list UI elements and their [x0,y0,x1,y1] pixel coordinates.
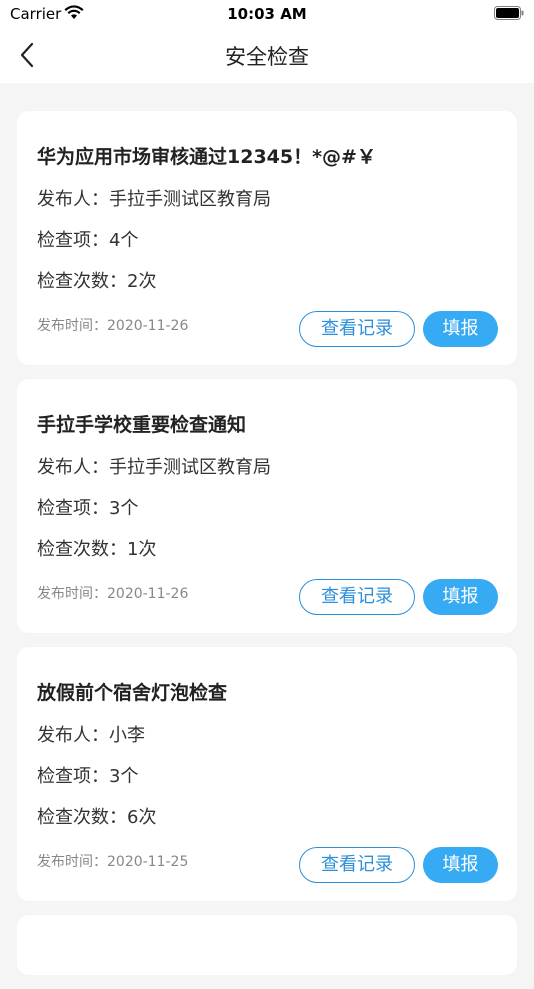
publisher-label: 发布人： [37,457,109,478]
date-label: 发布时间： [37,318,107,334]
items-row: 检查项：4个 [37,226,138,252]
times-row: 检查次数：1次 [37,535,156,561]
items-label: 检查项： [37,230,109,251]
items-label: 检查项： [37,498,109,519]
inspection-card-partial [17,915,517,975]
times-value: 2次 [127,271,157,292]
date-value: 2020-11-26 [107,586,189,602]
publish-date: 发布时间：2020-11-26 [37,315,188,335]
view-records-button[interactable]: 查看记录 [299,579,415,615]
nav-bar: 安全检查 [0,28,534,83]
times-label: 检查次数： [37,539,127,560]
view-records-button[interactable]: 查看记录 [299,847,415,883]
date-value: 2020-11-25 [107,854,189,870]
inspection-card: 放假前个宿舍灯泡检查 发布人：小李 检查项：3个 检查次数：6次 发布时间：20… [17,647,517,901]
publisher-label: 发布人： [37,725,109,746]
status-time: 10:03 AM [227,5,307,23]
date-label: 发布时间： [37,586,107,602]
publisher-row: 发布人：小李 [37,721,145,747]
status-bar: Carrier 10:03 AM [0,0,534,28]
items-label: 检查项： [37,766,109,787]
times-label: 检查次数： [37,271,127,292]
times-label: 检查次数： [37,807,127,828]
items-value: 3个 [109,498,139,519]
date-label: 发布时间： [37,854,107,870]
items-row: 检查项：3个 [37,762,138,788]
publisher-value: 手拉手测试区教育局 [109,457,271,478]
publisher-value: 小李 [109,725,145,746]
items-value: 4个 [109,230,139,251]
publish-date: 发布时间：2020-11-25 [37,851,188,871]
times-value: 6次 [127,807,157,828]
items-row: 检查项：3个 [37,494,138,520]
publisher-row: 发布人：手拉手测试区教育局 [37,185,271,211]
card-title: 手拉手学校重要检查通知 [37,414,247,436]
card-title: 放假前个宿舍灯泡检查 [37,682,228,704]
times-value: 1次 [127,539,157,560]
publish-date: 发布时间：2020-11-26 [37,583,188,603]
items-value: 3个 [109,766,139,787]
publisher-label: 发布人： [37,189,109,210]
fill-report-button[interactable]: 填报 [423,847,498,883]
times-row: 检查次数：2次 [37,267,156,293]
page-title: 安全检查 [225,45,309,69]
inspection-card: 华为应用市场审核通过12345！*@#￥ 发布人：手拉手测试区教育局 检查项：4… [17,111,517,365]
view-records-button[interactable]: 查看记录 [299,311,415,347]
inspection-card: 手拉手学校重要检查通知 发布人：手拉手测试区教育局 检查项：3个 检查次数：1次… [17,379,517,633]
card-title: 华为应用市场审核通过12345！*@#￥ [37,146,376,168]
times-row: 检查次数：6次 [37,803,156,829]
battery-icon [494,6,524,20]
publisher-row: 发布人：手拉手测试区教育局 [37,453,271,479]
fill-report-button[interactable]: 填报 [423,579,498,615]
publisher-value: 手拉手测试区教育局 [109,189,271,210]
inspection-list: 华为应用市场审核通过12345！*@#￥ 发布人：手拉手测试区教育局 检查项：4… [17,111,517,989]
date-value: 2020-11-26 [107,318,189,334]
fill-report-button[interactable]: 填报 [423,311,498,347]
